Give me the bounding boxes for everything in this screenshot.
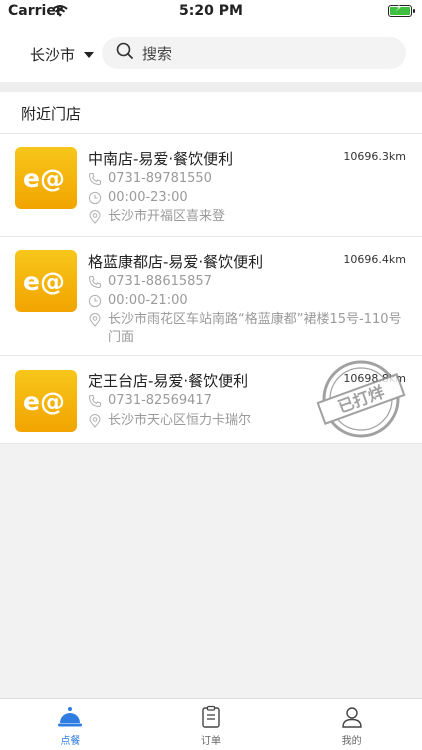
- store-address-row: 长沙市雨花区车站南路“格蓝康都”裙楼15号-110号门面: [88, 311, 408, 347]
- status-bar: Carrier 5:20 PM ⚡: [0, 0, 422, 24]
- store-logo: e@: [15, 250, 77, 312]
- location-icon: [89, 414, 101, 428]
- tab-orders[interactable]: 订单: [141, 699, 282, 750]
- store-card[interactable]: e@ 中南店-易爱·餐饮便利 10696.3km 0731-89781550 0…: [0, 134, 422, 237]
- tab-bar: 点餐 订单 我的: [0, 698, 422, 750]
- divider: [0, 82, 422, 92]
- store-address-row: 长沙市开福区喜来登: [88, 208, 408, 226]
- section-title: 附近门店: [0, 92, 422, 134]
- svg-text:e@: e@: [23, 387, 65, 415]
- store-distance: 10696.3km: [343, 150, 406, 163]
- user-icon: [341, 707, 362, 728]
- phone-icon: [88, 173, 101, 186]
- location-icon: [89, 313, 101, 327]
- top-header: 长沙市 搜索: [0, 24, 422, 82]
- store-hours-row: 00:00-23:00: [88, 189, 408, 207]
- city-selector[interactable]: 长沙市: [30, 44, 95, 65]
- search-bar[interactable]: 搜索: [102, 37, 406, 69]
- svg-text:e@: e@: [23, 267, 65, 295]
- clock-icon: [88, 294, 102, 308]
- search-icon: [116, 42, 134, 64]
- store-address: 长沙市天心区恒力卡瑞尔: [108, 413, 252, 428]
- phone-icon: [88, 276, 101, 289]
- store-phone-row[interactable]: 0731-88615857: [88, 273, 408, 291]
- store-hours: 00:00-21:00: [108, 293, 188, 308]
- store-name: 中南店-易爱·餐饮便利: [88, 150, 234, 168]
- store-distance: 10696.4km: [343, 253, 406, 266]
- store-list: e@ 中南店-易爱·餐饮便利 10696.3km 0731-89781550 0…: [0, 134, 422, 444]
- battery-icon: ⚡: [388, 3, 415, 17]
- svg-text:e@: e@: [23, 164, 65, 192]
- store-hours: 00:00-23:00: [108, 190, 188, 205]
- store-phone: 0731-89781550: [108, 171, 212, 186]
- store-address: 长沙市雨花区车站南路“格蓝康都”裙楼15号-110号门面: [108, 312, 402, 345]
- tab-profile[interactable]: 我的: [281, 699, 422, 750]
- city-label: 长沙市: [30, 46, 76, 64]
- store-hours-row: 00:00-21:00: [88, 292, 408, 310]
- store-phone: 0731-82569417: [108, 393, 212, 408]
- store-logo: e@: [15, 370, 77, 432]
- tab-order-food-label: 点餐: [60, 736, 81, 747]
- clipboard-icon: [202, 705, 220, 728]
- location-icon: [89, 210, 101, 224]
- clock-icon: [88, 191, 102, 205]
- cloche-icon: [58, 707, 83, 727]
- store-phone: 0731-88615857: [108, 274, 212, 289]
- phone-icon: [88, 395, 101, 408]
- store-name: 定王台店-易爱·餐饮便利: [88, 372, 249, 390]
- store-logo: e@: [15, 147, 77, 209]
- tab-profile-label: 我的: [341, 736, 362, 747]
- clock: 5:20 PM: [179, 3, 243, 19]
- store-phone-row[interactable]: 0731-82569417: [88, 392, 408, 410]
- caret-down-icon: [84, 51, 95, 58]
- store-distance: 10698.8km: [343, 372, 406, 385]
- store-address-row: 长沙市天心区恒力卡瑞尔: [88, 412, 408, 430]
- tab-order-food[interactable]: 点餐: [0, 699, 141, 750]
- tab-orders-label: 订单: [201, 736, 221, 747]
- store-card[interactable]: e@ 格蓝康都店-易爱·餐饮便利 10696.4km 0731-88615857…: [0, 237, 422, 356]
- store-name: 格蓝康都店-易爱·餐饮便利: [88, 253, 264, 271]
- search-placeholder: 搜索: [142, 44, 173, 63]
- store-phone-row[interactable]: 0731-89781550: [88, 170, 408, 188]
- store-card[interactable]: e@ 定王台店-易爱·餐饮便利 10698.8km 0731-82569417 …: [0, 356, 422, 444]
- store-address: 长沙市开福区喜来登: [108, 209, 226, 224]
